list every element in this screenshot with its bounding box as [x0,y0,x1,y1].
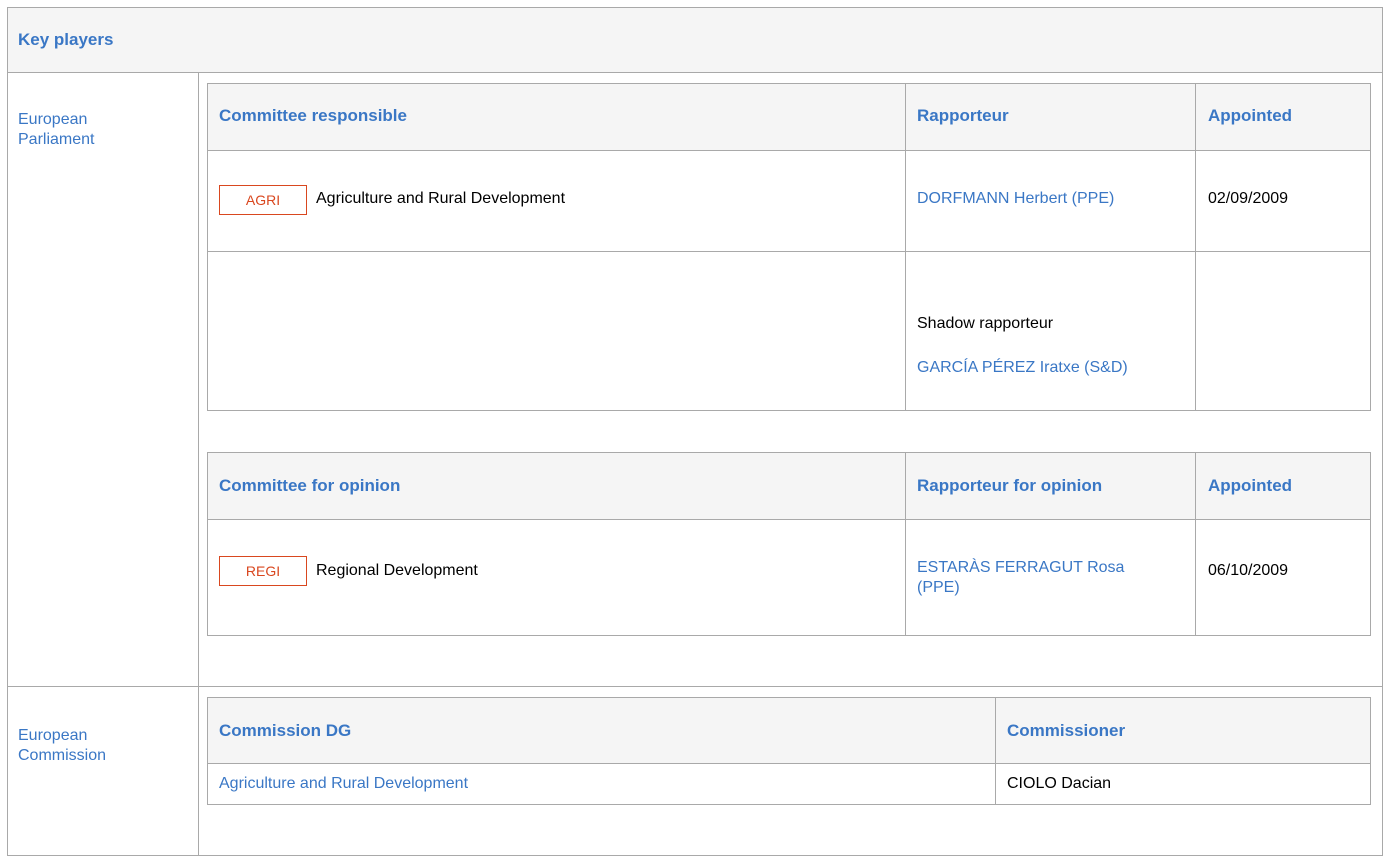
shadow-rapporteur-link[interactable]: GARCÍA PÉREZ Iratxe (S&D) [917,358,1147,377]
header-committee-responsible: Committee responsible [219,106,407,125]
opinion-rapporteur-link[interactable]: ESTARÀS FERRAGUT Rosa (PPE) [917,558,1167,598]
ec-label[interactable]: European Commission [18,726,168,766]
key-players-title: Key players [18,30,114,49]
rapporteur-link[interactable]: DORFMANN Herbert (PPE) [917,190,1114,208]
opinion-appointed-date: 06/10/2009 [1208,562,1289,579]
committee-badge-agri[interactable]: AGRI [219,185,307,215]
header-rapporteur: Rapporteur [917,106,1009,125]
key-players-header [7,7,1383,73]
commission-dg-link[interactable]: Agriculture and Rural Development [219,775,468,793]
committee-name: Agriculture and Rural Development [316,190,566,207]
ep-label-cell [7,72,199,687]
commission-table-header [208,698,1370,763]
header-committee-opinion: Committee for opinion [219,476,401,495]
header-rapporteur-opinion: Rapporteur for opinion [917,476,1103,495]
committee-badge-regi[interactable]: REGI [219,556,307,586]
ep-label[interactable]: European Parliament [18,110,168,150]
header-appointed: Appointed [1208,106,1293,125]
opinion-committee-name: Regional Development [316,562,478,579]
header-commission-dg: Commission DG [219,721,352,740]
header-appointed-opinion: Appointed [1208,476,1293,495]
ec-label-cell [7,686,199,856]
header-commissioner: Commissioner [1007,721,1126,740]
commissioner-name: CIOLO Dacian [1007,775,1112,792]
shadow-rapporteur-label: Shadow rapporteur [917,315,1054,332]
appointed-date: 02/09/2009 [1208,190,1289,207]
